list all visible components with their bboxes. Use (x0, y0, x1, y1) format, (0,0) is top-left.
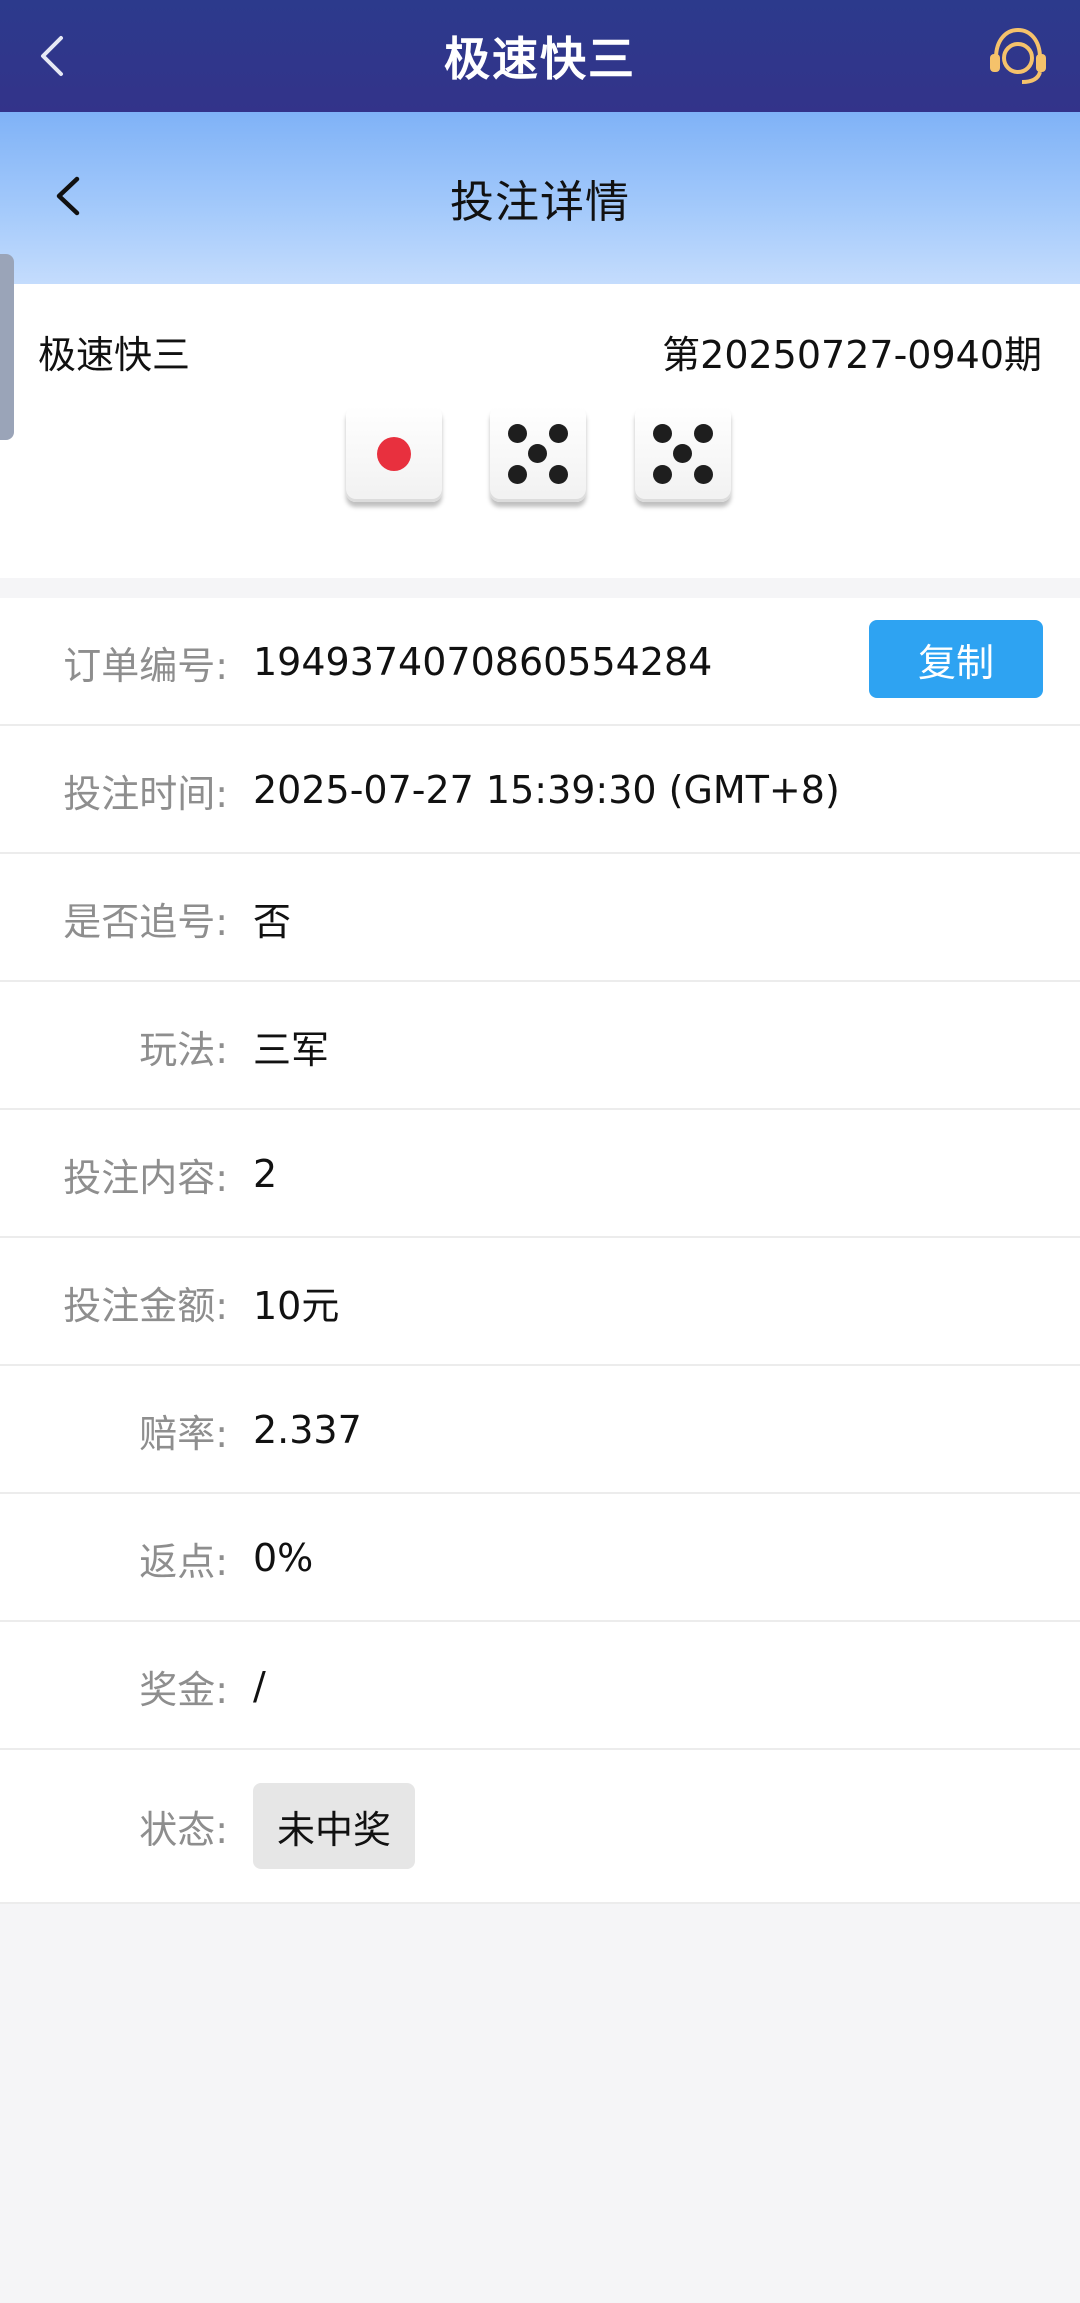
rebate-value: 0% (253, 1536, 314, 1580)
play-type: 三军 (253, 1027, 330, 1072)
page-header: 投注详情 (0, 112, 1080, 284)
back-button[interactable] (20, 24, 84, 88)
issue-number: 第20250727-0940期 (662, 333, 1042, 377)
side-drawer-handle[interactable] (0, 254, 14, 440)
die-5 (490, 406, 586, 502)
detail-row-bet-time: 投注时间: 2025-07-27 15:39:30 (GMT+8) (0, 726, 1080, 854)
detail-row-chase: 是否追号: 否 (0, 854, 1080, 982)
detail-label: 投注内容: (63, 1155, 228, 1200)
die-pip (653, 465, 672, 484)
detail-label: 奖金: (139, 1667, 228, 1712)
detail-label: 赔率: (139, 1411, 228, 1456)
die-5 (635, 406, 731, 502)
detail-label: 玩法: (139, 1027, 228, 1072)
detail-row-odds: 赔率: 2.337 (0, 1366, 1080, 1494)
status-badge: 未中奖 (253, 1783, 416, 1869)
page-back-button[interactable] (36, 164, 100, 228)
game-name: 极速快三 (38, 333, 191, 377)
die-pip (377, 437, 411, 471)
detail-row-prize: 奖金: / (0, 1622, 1080, 1750)
chevron-left-icon (41, 36, 63, 76)
bet-details: 订单编号: 1949374070860554284 复制 投注时间: 2025-… (0, 598, 1080, 1904)
detail-label: 状态: (139, 1807, 228, 1852)
die-pip (549, 424, 568, 443)
detail-row-content: 投注内容: 2 (0, 1110, 1080, 1238)
detail-row-status: 状态: 未中奖 (0, 1750, 1080, 1904)
order-number: 1949374070860554284 (253, 640, 713, 684)
die-1 (346, 406, 442, 502)
bet-time: 2025-07-27 15:39:30 (GMT+8) (253, 768, 840, 812)
detail-label: 返点: (139, 1539, 228, 1584)
die-pip (549, 465, 568, 484)
chase-value: 否 (253, 899, 292, 944)
page-title: 投注详情 (450, 177, 630, 228)
detail-row-amount: 投注金额: 10元 (0, 1238, 1080, 1366)
customer-service-button[interactable] (984, 22, 1052, 90)
detail-label: 投注金额: (63, 1283, 228, 1328)
app-title: 极速快三 (444, 32, 636, 86)
detail-label: 投注时间: (63, 771, 228, 816)
detail-row-order-no: 订单编号: 1949374070860554284 复制 (0, 598, 1080, 726)
die-pip (508, 465, 527, 484)
detail-label: 订单编号: (63, 643, 228, 688)
lottery-result-card: 极速快三 第20250727-0940期 (0, 284, 1080, 578)
die-pip (653, 424, 672, 443)
detail-row-rebate: 返点: 0% (0, 1494, 1080, 1622)
die-pip (694, 465, 713, 484)
headset-icon (990, 27, 1046, 84)
die-pip (528, 444, 547, 463)
dice-result (346, 406, 736, 506)
app-bar: 极速快三 (0, 0, 1080, 112)
odds-value: 2.337 (253, 1408, 362, 1452)
chevron-left-icon (56, 176, 80, 216)
copy-button[interactable]: 复制 (869, 620, 1043, 698)
detail-label: 是否追号: (63, 899, 228, 944)
detail-row-play: 玩法: 三军 (0, 982, 1080, 1110)
die-pip (508, 424, 527, 443)
bet-amount: 10元 (253, 1283, 340, 1328)
prize-value: / (253, 1664, 266, 1708)
die-pip (673, 444, 692, 463)
die-pip (694, 424, 713, 443)
bet-content: 2 (253, 1152, 278, 1196)
